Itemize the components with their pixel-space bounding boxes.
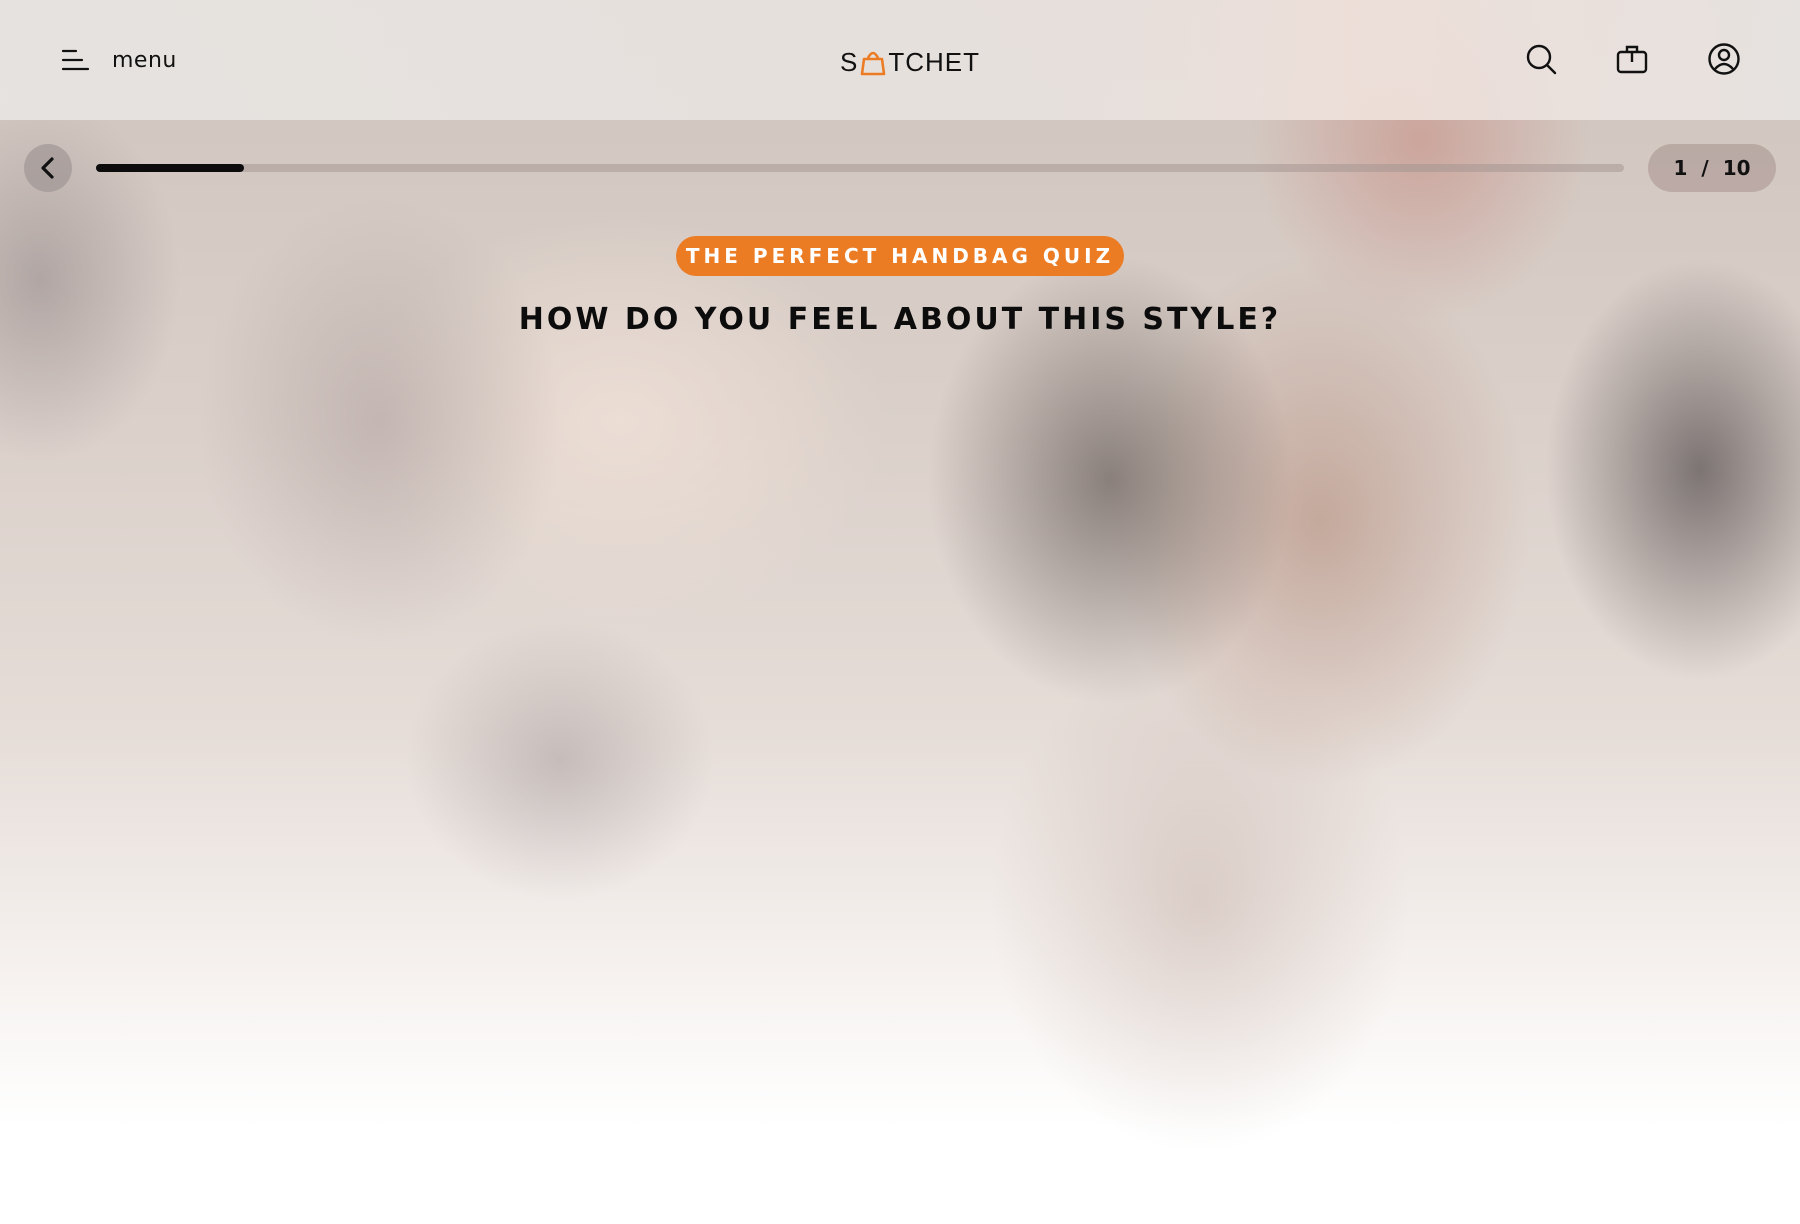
handbag-logo-icon — [861, 51, 886, 76]
account-icon[interactable] — [1707, 42, 1741, 76]
menu-label: menu — [112, 47, 177, 73]
quiz-page: menu S TCHET 1 / 10 THE PERFECT HANDBAG … — [0, 0, 1800, 1224]
top-navigation-bar: menu S TCHET — [0, 0, 1800, 120]
current-question-number: 1 — [1673, 156, 1688, 180]
quiz-progress-fill — [96, 164, 245, 172]
logo-text-prefix: S — [840, 46, 859, 77]
question-heading: HOW DO YOU FEEL ABOUT THIS STYLE? — [518, 302, 1282, 337]
logo-text-suffix: TCHET — [888, 46, 981, 77]
counter-separator: / — [1701, 156, 1709, 180]
quiz-progress-bar — [96, 164, 1624, 172]
quiz-title-badge: THE PERFECT HANDBAG QUIZ — [676, 236, 1124, 276]
chevron-left-icon — [41, 157, 54, 179]
menu-icon — [62, 49, 90, 71]
back-button[interactable] — [24, 144, 72, 192]
site-logo[interactable]: S TCHET — [840, 44, 980, 80]
shopping-bag-icon[interactable] — [1615, 42, 1649, 76]
question-counter: 1 / 10 — [1648, 144, 1776, 192]
total-questions-number: 10 — [1722, 156, 1751, 180]
search-icon[interactable] — [1524, 42, 1558, 76]
menu-button[interactable]: menu — [62, 40, 177, 80]
